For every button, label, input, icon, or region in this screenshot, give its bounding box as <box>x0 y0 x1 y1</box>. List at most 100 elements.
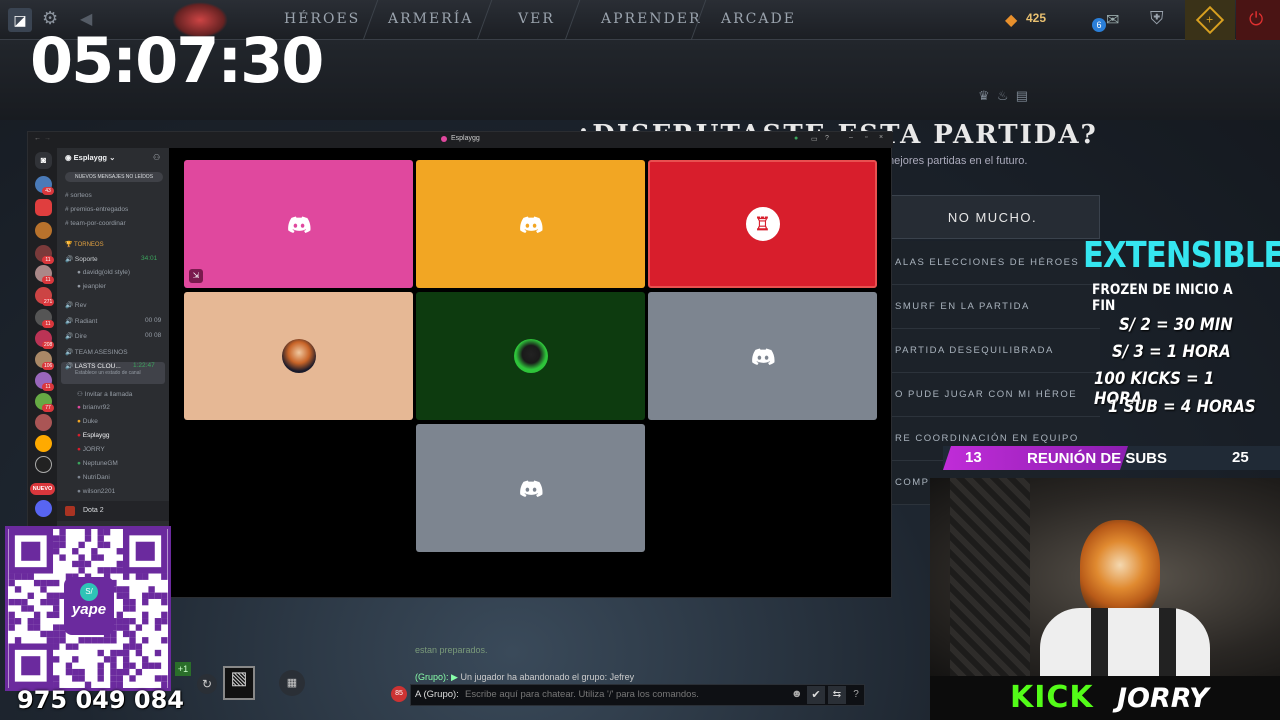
channel-label: sorteos <box>70 192 92 199</box>
promo-line: 1 SUB = 4 HORAS <box>1108 397 1256 417</box>
survey-option[interactable]: NO MUCHO. <box>885 195 1100 239</box>
leaf-icon[interactable]: ● <box>794 135 798 142</box>
avatar-emblem-icon: ♖ <box>745 207 780 241</box>
maximize-icon[interactable]: ▫ <box>865 134 867 141</box>
dota-plus-button[interactable]: + <box>1185 0 1235 40</box>
mail-icon[interactable]: 6 ✉ <box>1092 10 1128 32</box>
nav-learn[interactable]: APRENDER <box>601 11 702 27</box>
server-name-label: Esplaygg <box>73 153 107 162</box>
server-icon[interactable] <box>35 456 52 473</box>
user-label: jeanpler <box>82 283 106 290</box>
discord-logo-icon <box>519 479 543 497</box>
invite-label: Invitar a llamada <box>84 391 133 398</box>
invite-to-call[interactable]: ⚇ Invitar a llamada <box>77 390 132 398</box>
kick-username: JORRY <box>1117 683 1209 714</box>
person-shirt <box>1040 608 1210 676</box>
survey-option[interactable]: SMURF EN LA PARTIDA <box>885 285 1100 329</box>
yape-logo-icon: S/ yape <box>64 577 114 635</box>
nav-arcade[interactable]: ARCADE <box>721 11 796 27</box>
server-icon[interactable] <box>35 222 52 239</box>
add-member-icon[interactable]: ⚇ <box>153 153 160 162</box>
voice-team-asesinos[interactable]: 🔊 TEAM ASESINOS <box>65 348 128 356</box>
party-icon[interactable]: ▦ <box>279 670 305 696</box>
voice-user[interactable]: ● JORRY <box>77 446 105 453</box>
voice-user[interactable]: ● NutriDani <box>77 474 110 481</box>
unread-badge: 208 <box>42 341 55 349</box>
channel-premios[interactable]: # premios-entregados <box>65 206 128 213</box>
unread-badge: 43 <box>42 187 54 195</box>
help-icon[interactable]: ? <box>825 135 829 142</box>
channel-team[interactable]: # team-por-coordinar <box>65 220 126 227</box>
yape-phone-number: 975 049 084 <box>17 686 185 714</box>
voice-user[interactable]: ● Duke <box>77 418 98 425</box>
voice-label: Dire <box>74 333 87 340</box>
video-tile[interactable] <box>648 292 877 420</box>
server-icon[interactable] <box>35 435 52 452</box>
video-grid: ⇲ ♖ <box>169 148 893 599</box>
activity-label: Dota 2 <box>83 507 104 514</box>
survey-option[interactable]: ALAS ELECCIONES DE HÉROES <box>885 241 1100 285</box>
checkmark-icon[interactable]: ✔ <box>807 686 825 704</box>
stream-timer: 05:07:30 <box>30 24 324 97</box>
voice-user[interactable]: ● brianvr92 <box>77 404 110 411</box>
mute-icon: ⇲ <box>189 269 203 283</box>
voice-user[interactable]: ● wilson2201 <box>77 488 115 495</box>
voice-label: Rev <box>74 302 87 309</box>
server-name[interactable]: ◉ Esplaygg ⌄ <box>65 153 115 162</box>
user-label: wilson2201 <box>82 488 116 495</box>
unread-badge: 77 <box>42 404 54 412</box>
armory-shield-icon[interactable]: ⛨ <box>1150 8 1164 29</box>
subs-label: REUNIÓN DE SUBS <box>1027 450 1168 467</box>
new-messages-pill[interactable]: NUEVOS MENSAJES NO LEÍDOS <box>65 172 163 182</box>
video-tile[interactable] <box>184 292 413 420</box>
webcam-feed <box>930 478 1280 676</box>
video-tile[interactable]: ♖ <box>648 160 877 288</box>
voice-dire[interactable]: 🔊 Dire 00 08 <box>65 332 161 340</box>
discord-home-icon[interactable]: ◙ <box>35 152 52 169</box>
channel-sorteos[interactable]: # sorteos <box>65 192 92 199</box>
server-mini-icon <box>441 136 447 142</box>
crown-icon[interactable]: ♛ <box>978 88 990 103</box>
survey-option[interactable]: O PUDE JUGAR CON MI HÉROE <box>885 373 1100 417</box>
emoji-icon[interactable]: ☻ <box>791 688 803 700</box>
help-icon[interactable]: ? <box>849 686 863 704</box>
voice-lasts-cloud-active[interactable]: 🔊 LASTS CLOU... 1:22:47 Establece un estad… <box>61 362 165 384</box>
minimize-icon[interactable]: – <box>849 134 853 141</box>
voice-user[interactable]: ● NeptuneGM <box>77 460 118 467</box>
video-tile[interactable] <box>416 160 645 288</box>
voice-soporte[interactable]: 🔊 Soporte 34:01 <box>65 255 157 263</box>
video-tile[interactable] <box>416 424 645 552</box>
voice-user[interactable]: ● davidg(old style) <box>77 269 130 276</box>
voice-radiant[interactable]: 🔊 Radiant 00 09 <box>65 317 161 325</box>
unread-badge: 11 <box>42 383 54 391</box>
close-icon[interactable]: × <box>879 134 883 141</box>
dota-logo-icon[interactable]: ◪ <box>8 8 32 32</box>
forward-arrow-icon[interactable]: → <box>44 135 51 142</box>
video-tile[interactable]: ⇲ <box>184 160 413 288</box>
flame-icon[interactable]: ♨ <box>997 88 1009 103</box>
refresh-icon[interactable]: ↻ <box>197 674 217 694</box>
back-arrow-icon[interactable]: ← <box>34 135 41 142</box>
nav-armory[interactable]: ARMERÍA <box>388 11 473 27</box>
survey-option[interactable]: PARTIDA DESEQUILIBRADA <box>885 329 1100 373</box>
video-tile[interactable] <box>416 292 645 420</box>
yape-brand: yape <box>71 601 107 618</box>
server-icon[interactable] <box>35 414 52 431</box>
guild-emblem-icon[interactable]: ▧ <box>223 666 255 700</box>
chat-input[interactable]: A (Grupo): Escribe aquí para chatear. Ut… <box>410 684 865 706</box>
power-button[interactable]: ⏻ <box>1236 0 1280 40</box>
category-torneos[interactable]: 🏆 TORNEOS <box>65 241 104 248</box>
nav-separator <box>362 0 379 40</box>
translate-icon[interactable]: ⇆ <box>828 686 846 704</box>
scroll-icon[interactable]: ▤ <box>1016 88 1028 103</box>
voice-label: Soporte <box>74 256 98 263</box>
voice-user[interactable]: ● Esplaygg <box>77 432 110 439</box>
voice-user[interactable]: ● jeanpler <box>77 283 106 290</box>
inbox-icon[interactable]: ▭ <box>811 135 818 143</box>
nav-watch[interactable]: VER <box>518 11 555 27</box>
dota-icon <box>65 506 75 516</box>
server-icon-esplaygg[interactable] <box>35 199 52 216</box>
voice-rev[interactable]: 🔊 Rev <box>65 301 86 309</box>
activity-footer[interactable]: Dota 2 <box>57 501 169 521</box>
server-icon[interactable] <box>35 500 52 517</box>
